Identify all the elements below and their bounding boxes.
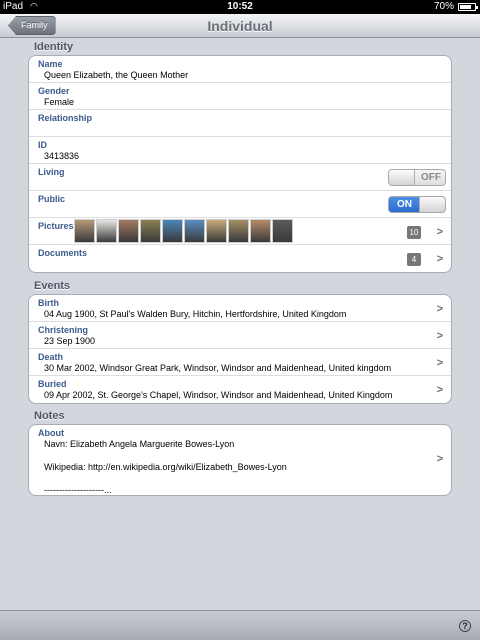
status-bar: iPad ◠ 10:52 70% bbox=[0, 0, 480, 14]
event-row-buried[interactable]: Buried 09 Apr 2002, St. George's Chapel,… bbox=[29, 376, 451, 403]
public-toggle[interactable]: ON bbox=[388, 196, 446, 213]
battery-icon bbox=[458, 3, 478, 11]
chevron-right-icon: > bbox=[436, 357, 443, 369]
event-row-death[interactable]: Death 30 Mar 2002, Windsor Great Park, W… bbox=[29, 349, 451, 376]
section-header-identity: Identity bbox=[34, 41, 74, 53]
picture-thumbnail[interactable] bbox=[184, 219, 205, 243]
toggle-knob bbox=[419, 197, 445, 212]
event-label: Christening bbox=[38, 325, 89, 335]
picture-thumbnails bbox=[74, 219, 293, 243]
picture-thumbnail[interactable] bbox=[272, 219, 293, 243]
event-value: 04 Aug 1900, St Paul's Walden Bury, Hitc… bbox=[44, 309, 347, 319]
battery-percentage: 70% bbox=[433, 1, 454, 12]
pictures-row[interactable]: Pictures 10 > bbox=[29, 218, 451, 245]
about-row[interactable]: About Navn: Elizabeth Angela Marguerite … bbox=[29, 425, 451, 495]
relationship-label: Relationship bbox=[38, 113, 93, 123]
living-row: Living OFF bbox=[29, 164, 451, 191]
documents-label: Documents bbox=[38, 248, 88, 258]
chevron-right-icon: > bbox=[436, 384, 443, 396]
toggle-knob bbox=[389, 170, 415, 185]
id-value: 3413836 bbox=[44, 151, 80, 161]
name-label: Name bbox=[38, 59, 63, 69]
pictures-label: Pictures bbox=[38, 221, 74, 231]
gender-label: Gender bbox=[38, 86, 70, 96]
picture-thumbnail[interactable] bbox=[250, 219, 271, 243]
event-value: 09 Apr 2002, St. George's Chapel, Windso… bbox=[44, 390, 393, 400]
picture-thumbnail[interactable] bbox=[74, 219, 95, 243]
public-toggle-state: ON bbox=[397, 199, 412, 210]
public-row: Public ON bbox=[29, 191, 451, 218]
event-value: 23 Sep 1900 bbox=[44, 336, 96, 346]
chevron-right-icon: > bbox=[436, 303, 443, 315]
living-toggle-state: OFF bbox=[421, 172, 441, 183]
pictures-count-badge: 10 bbox=[407, 226, 421, 239]
gender-value: Female bbox=[44, 97, 75, 107]
navigation-bar: Family Individual bbox=[0, 14, 480, 38]
event-row-birth[interactable]: Birth 04 Aug 1900, St Paul's Walden Bury… bbox=[29, 295, 451, 322]
event-value: 30 Mar 2002, Windsor Great Park, Windsor… bbox=[44, 363, 392, 373]
documents-count-badge: 4 bbox=[407, 253, 421, 266]
living-toggle[interactable]: OFF bbox=[388, 169, 446, 186]
id-row[interactable]: ID 3413836 bbox=[29, 137, 451, 164]
events-group: Birth 04 Aug 1900, St Paul's Walden Bury… bbox=[28, 294, 452, 404]
id-label: ID bbox=[38, 140, 47, 150]
about-text: Navn: Elizabeth Angela Marguerite Bowes-… bbox=[44, 439, 287, 495]
section-header-events: Events bbox=[34, 280, 71, 292]
event-label: Death bbox=[38, 352, 64, 362]
content-area: Identity Name Queen Elizabeth, the Queen… bbox=[0, 38, 480, 610]
picture-thumbnail[interactable] bbox=[96, 219, 117, 243]
name-row[interactable]: Name Queen Elizabeth, the Queen Mother bbox=[29, 56, 451, 83]
chevron-right-icon: > bbox=[436, 226, 443, 238]
picture-thumbnail[interactable] bbox=[162, 219, 183, 243]
picture-thumbnail[interactable] bbox=[118, 219, 139, 243]
documents-row[interactable]: Documents 4 > bbox=[29, 245, 451, 272]
picture-thumbnail[interactable] bbox=[228, 219, 249, 243]
identity-group: Name Queen Elizabeth, the Queen Mother G… bbox=[28, 55, 452, 273]
event-label: Birth bbox=[38, 298, 59, 308]
name-value: Queen Elizabeth, the Queen Mother bbox=[44, 70, 189, 80]
chevron-right-icon: > bbox=[436, 453, 443, 465]
gender-row[interactable]: Gender Female bbox=[29, 83, 451, 110]
public-label: Public bbox=[38, 194, 66, 204]
help-icon[interactable]: ? bbox=[459, 620, 471, 632]
chevron-right-icon: > bbox=[436, 253, 443, 265]
picture-thumbnail[interactable] bbox=[206, 219, 227, 243]
bottom-toolbar: ? bbox=[0, 610, 480, 640]
page-title: Individual bbox=[207, 18, 273, 34]
status-time: 10:52 bbox=[227, 1, 253, 12]
event-row-christening[interactable]: Christening 23 Sep 1900 > bbox=[29, 322, 451, 349]
section-header-notes: Notes bbox=[34, 410, 65, 422]
about-label: About bbox=[38, 428, 64, 438]
chevron-right-icon: > bbox=[436, 330, 443, 342]
event-label: Buried bbox=[38, 379, 67, 389]
relationship-row[interactable]: Relationship bbox=[29, 110, 451, 137]
notes-group: About Navn: Elizabeth Angela Marguerite … bbox=[28, 424, 452, 496]
picture-thumbnail[interactable] bbox=[140, 219, 161, 243]
living-label: Living bbox=[38, 167, 65, 177]
